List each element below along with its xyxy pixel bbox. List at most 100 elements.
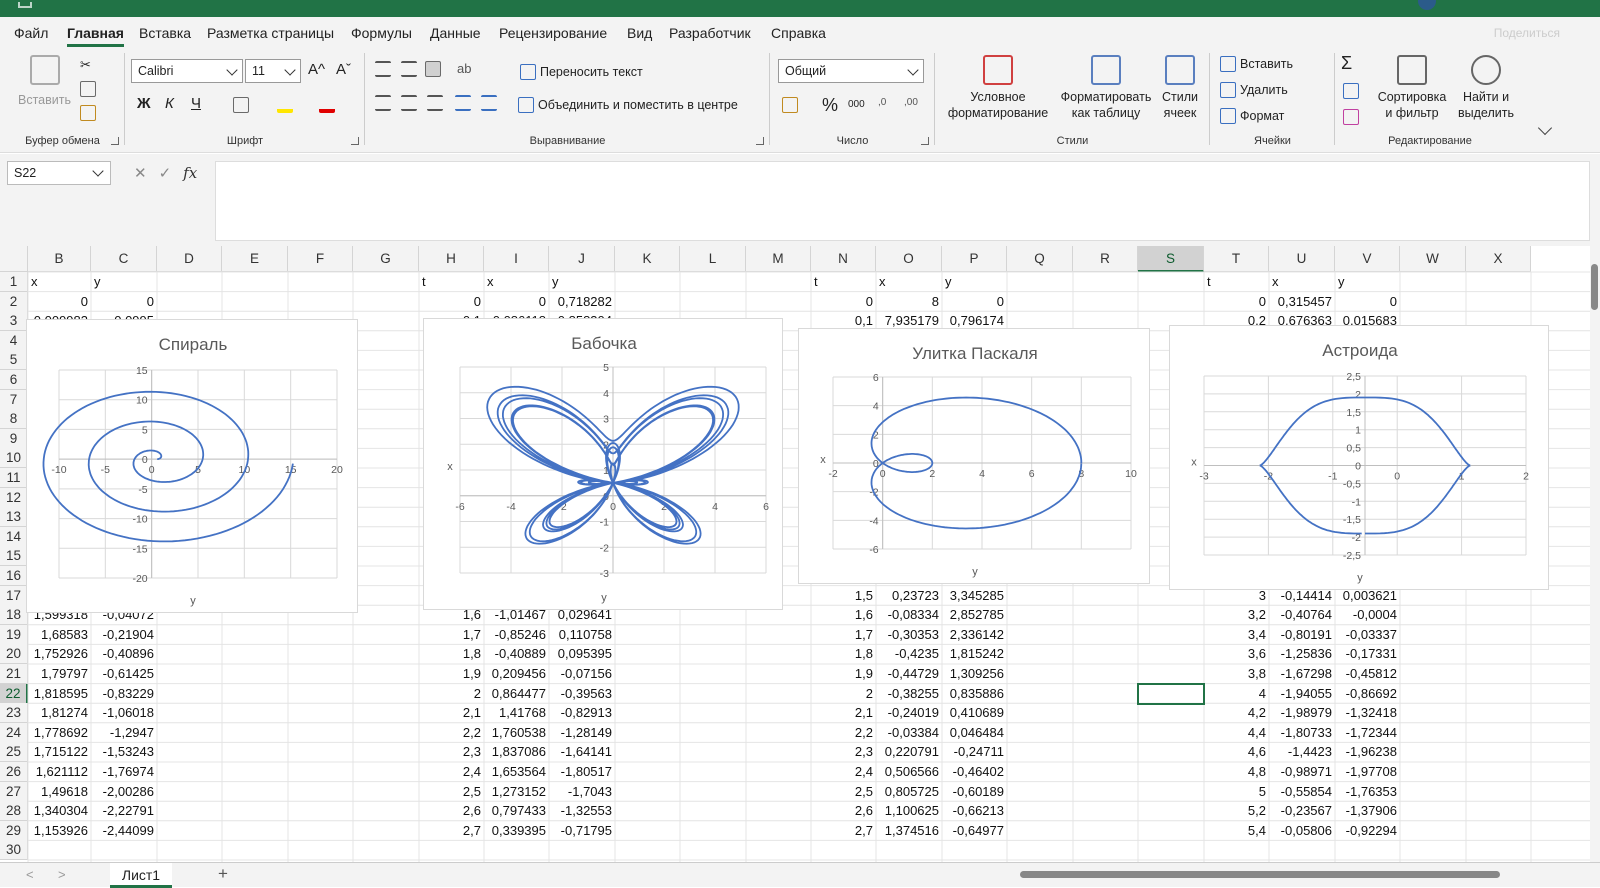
cell-c29[interactable]: -2,44099: [91, 821, 157, 841]
cell-p17[interactable]: 3,345285: [942, 586, 1007, 606]
chart-1[interactable]: Бабочка -6 -4 -2 0 2 4 6 5 4 3 2 1 0 -1 -2 -3 y x: [423, 318, 783, 610]
cell-h24[interactable]: 2,2: [419, 723, 484, 743]
cell-p21[interactable]: 1,309256: [942, 664, 1007, 684]
menu-help[interactable]: Справка: [771, 25, 826, 41]
cell-o25[interactable]: 0,220791: [876, 742, 942, 762]
increase-decimal-icon[interactable]: ,0: [878, 97, 894, 113]
cell-n21[interactable]: 1,9: [811, 664, 876, 684]
cell-u2[interactable]: 0,315457: [1269, 292, 1335, 312]
fill-icon[interactable]: [1343, 83, 1359, 99]
cell-p27[interactable]: -0,60189: [942, 782, 1007, 802]
cell-b21[interactable]: 1,79797: [28, 664, 91, 684]
menu-page-layout[interactable]: Разметка страницы: [207, 25, 334, 41]
cell-o1[interactable]: x: [876, 272, 942, 292]
cell-j20[interactable]: 0,095395: [549, 644, 615, 664]
cell-c23[interactable]: -1,06018: [91, 703, 157, 723]
horizontal-scrollbar[interactable]: [990, 869, 1580, 879]
scroll-thumb[interactable]: [1020, 871, 1500, 878]
format-painter-icon[interactable]: [80, 105, 96, 121]
italic-button[interactable]: К: [165, 95, 174, 112]
cell-i29[interactable]: 0,339395: [484, 821, 549, 841]
borders-icon[interactable]: [233, 97, 249, 113]
fill-color-icon[interactable]: [277, 97, 293, 113]
cell-c2[interactable]: 0: [91, 292, 157, 312]
cell-n22[interactable]: 2: [811, 684, 876, 704]
cell-i23[interactable]: 1,41768: [484, 703, 549, 723]
menu-view[interactable]: Вид: [627, 25, 652, 41]
cell-j2[interactable]: 0,718282: [549, 292, 615, 312]
cell-b29[interactable]: 1,153926: [28, 821, 91, 841]
cell-o21[interactable]: -0,44729: [876, 664, 942, 684]
cell-j28[interactable]: -1,32553: [549, 801, 615, 821]
cell-u23[interactable]: -1,98979: [1269, 703, 1335, 723]
cell-styles-button[interactable]: Стили ячеек: [1153, 55, 1207, 121]
cell-i22[interactable]: 0,864477: [484, 684, 549, 704]
orientation-icon[interactable]: ab: [457, 61, 473, 77]
cell-o22[interactable]: -0,38255: [876, 684, 942, 704]
wrap-text-button[interactable]: Переносить текст: [520, 64, 643, 80]
cell-c26[interactable]: -1,76974: [91, 762, 157, 782]
cell-t26[interactable]: 4,8: [1204, 762, 1269, 782]
align-bottom-icon[interactable]: [425, 61, 441, 77]
cell-u25[interactable]: -1,4423: [1269, 742, 1335, 762]
thousands-button[interactable]: 000: [848, 99, 865, 110]
app-menu-icon[interactable]: [18, 2, 32, 8]
cell-b20[interactable]: 1,752926: [28, 644, 91, 664]
cell-u19[interactable]: -0,80191: [1269, 625, 1335, 645]
cell-n18[interactable]: 1,6: [811, 605, 876, 625]
paste-button[interactable]: Вставить: [18, 55, 71, 107]
cell-c28[interactable]: -2,22791: [91, 801, 157, 821]
cell-h29[interactable]: 2,7: [419, 821, 484, 841]
delete-cells-button[interactable]: Удалить: [1220, 82, 1288, 98]
cell-i21[interactable]: 0,209456: [484, 664, 549, 684]
cell-c27[interactable]: -2,00286: [91, 782, 157, 802]
cell-u28[interactable]: -0,23567: [1269, 801, 1335, 821]
cell-v21[interactable]: -0,45812: [1335, 664, 1400, 684]
cell-i24[interactable]: 1,760538: [484, 723, 549, 743]
menu-insert[interactable]: Вставка: [139, 25, 191, 41]
cell-o2[interactable]: 8: [876, 292, 942, 312]
cell-v19[interactable]: -0,03337: [1335, 625, 1400, 645]
cell-c21[interactable]: -0,61425: [91, 664, 157, 684]
cell-v25[interactable]: -1,96238: [1335, 742, 1400, 762]
merge-center-button[interactable]: Объединить и поместить в центре: [518, 97, 738, 113]
align-middle-icon[interactable]: [401, 61, 417, 77]
cell-o20[interactable]: -0,4235: [876, 644, 942, 664]
vertical-scrollbar[interactable]: [1590, 246, 1600, 862]
cell-p29[interactable]: -0,64977: [942, 821, 1007, 841]
ribbon-collapse-icon[interactable]: [1537, 120, 1553, 136]
cell-u18[interactable]: -0,40764: [1269, 605, 1335, 625]
align-top-icon[interactable]: [375, 61, 391, 77]
cell-v24[interactable]: -1,72344: [1335, 723, 1400, 743]
menu-home[interactable]: Главная: [67, 25, 124, 47]
cell-c22[interactable]: -0,83229: [91, 684, 157, 704]
cell-u21[interactable]: -1,67298: [1269, 664, 1335, 684]
cell-h20[interactable]: 1,8: [419, 644, 484, 664]
cell-v22[interactable]: -0,86692: [1335, 684, 1400, 704]
cell-h21[interactable]: 1,9: [419, 664, 484, 684]
cell-p23[interactable]: 0,410689: [942, 703, 1007, 723]
font-launcher-icon[interactable]: [351, 137, 359, 145]
cell-b24[interactable]: 1,778692: [28, 723, 91, 743]
cell-t24[interactable]: 4,4: [1204, 723, 1269, 743]
cell-p1[interactable]: y: [942, 272, 1007, 292]
cell-c25[interactable]: -1,53243: [91, 742, 157, 762]
cell-b28[interactable]: 1,340304: [28, 801, 91, 821]
decrease-decimal-icon[interactable]: ,00: [904, 97, 920, 113]
cell-h25[interactable]: 2,3: [419, 742, 484, 762]
cell-b27[interactable]: 1,49618: [28, 782, 91, 802]
menu-review[interactable]: Рецензирование: [499, 25, 607, 41]
cell-j26[interactable]: -1,80517: [549, 762, 615, 782]
cell-i19[interactable]: -0,85246: [484, 625, 549, 645]
cell-v29[interactable]: -0,92294: [1335, 821, 1400, 841]
number-format-select[interactable]: Общий: [778, 59, 924, 83]
cell-o23[interactable]: -0,24019: [876, 703, 942, 723]
cell-j24[interactable]: -1,28149: [549, 723, 615, 743]
decrease-indent-icon[interactable]: [455, 95, 471, 111]
cell-v20[interactable]: -0,17331: [1335, 644, 1400, 664]
cell-o24[interactable]: -0,03384: [876, 723, 942, 743]
cell-c20[interactable]: -0,40896: [91, 644, 157, 664]
cell-j27[interactable]: -1,7043: [549, 782, 615, 802]
cell-u29[interactable]: -0,05806: [1269, 821, 1335, 841]
cell-p25[interactable]: -0,24711: [942, 742, 1007, 762]
